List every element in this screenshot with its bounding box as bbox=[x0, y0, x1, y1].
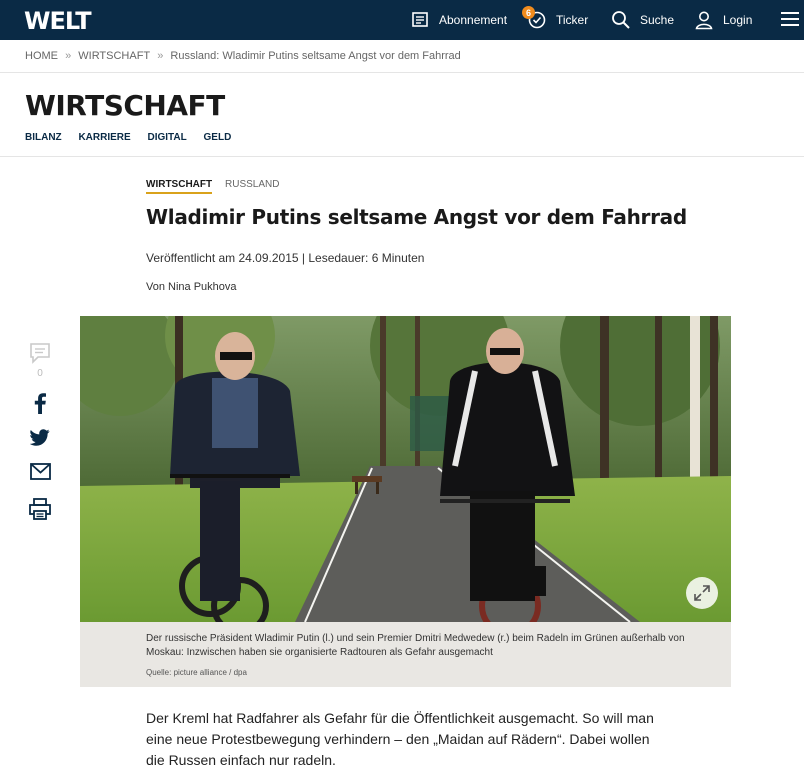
nav-ticker-label: Ticker bbox=[556, 13, 589, 27]
nav-ticker[interactable]: 6 Ticker bbox=[522, 0, 589, 40]
expand-icon bbox=[694, 585, 710, 601]
twitter-share-button[interactable] bbox=[26, 429, 54, 446]
nav-abonnement-label: Abonnement bbox=[439, 13, 508, 27]
print-button[interactable] bbox=[26, 498, 54, 520]
nav-abonnement[interactable]: Abonnement bbox=[412, 0, 507, 40]
mail-icon bbox=[29, 463, 51, 480]
article-author: Von Nina Pukhova bbox=[146, 281, 237, 293]
comment-count: 0 bbox=[37, 368, 43, 379]
subnav-geld[interactable]: GELD bbox=[204, 132, 232, 143]
comment-icon bbox=[30, 343, 50, 364]
section-divider bbox=[0, 156, 804, 157]
section-subnav: BILANZ KARRIERE DIGITAL GELD bbox=[25, 132, 245, 143]
nav-suche[interactable]: Suche bbox=[611, 0, 674, 40]
photo-caption: Der russische Präsident Wladimir Putin (… bbox=[146, 633, 685, 658]
facebook-share-button[interactable] bbox=[26, 392, 54, 414]
breadcrumb-wirtschaft[interactable]: WIRTSCHAFT bbox=[78, 50, 150, 62]
article-topic[interactable]: WIRTSCHAFT bbox=[146, 179, 213, 194]
search-icon bbox=[612, 11, 630, 29]
hamburger-menu-icon[interactable] bbox=[781, 11, 799, 27]
facebook-icon bbox=[34, 393, 46, 414]
newspaper-icon bbox=[412, 12, 428, 27]
nav-suche-label: Suche bbox=[640, 13, 675, 27]
subnav-bilanz[interactable]: BILANZ bbox=[25, 132, 62, 143]
breadcrumb: HOME » WIRTSCHAFT » Russland: Wladimir P… bbox=[25, 50, 461, 62]
subnav-digital[interactable]: DIGITAL bbox=[147, 132, 186, 143]
photo-caption-box: Der russische Präsident Wladimir Putin (… bbox=[80, 622, 731, 687]
article-headline: Wladimir Putins seltsame Angst vor dem F… bbox=[146, 205, 687, 229]
print-icon bbox=[29, 498, 51, 520]
photo-illustration bbox=[80, 316, 731, 622]
article-meta: Veröffentlicht am 24.09.2015 | Lesedauer… bbox=[146, 251, 425, 265]
article-subtopic[interactable]: RUSSLAND bbox=[225, 179, 279, 190]
breadcrumb-bar: HOME » WIRTSCHAFT » Russland: Wladimir P… bbox=[0, 40, 804, 73]
article-photo[interactable] bbox=[80, 316, 731, 622]
breadcrumb-separator: » bbox=[157, 50, 164, 63]
subnav-karriere[interactable]: KARRIERE bbox=[78, 132, 130, 143]
section-title[interactable]: WIRTSCHAFT bbox=[25, 89, 225, 122]
twitter-icon bbox=[30, 429, 50, 446]
user-icon bbox=[695, 11, 713, 30]
mail-share-button[interactable] bbox=[26, 463, 54, 480]
ticker-badge: 6 bbox=[522, 6, 535, 19]
nav-login[interactable]: Login bbox=[694, 0, 752, 40]
article-lead: Der Kreml hat Radfahrer als Gefahr für d… bbox=[146, 710, 654, 768]
photo-source: Quelle: picture alliance / dpa bbox=[146, 668, 247, 677]
nav-login-label: Login bbox=[723, 13, 753, 27]
expand-image-button[interactable] bbox=[686, 577, 718, 609]
breadcrumb-home[interactable]: HOME bbox=[25, 50, 58, 62]
breadcrumb-current: Russland: Wladimir Putins seltsame Angst… bbox=[170, 50, 461, 63]
welt-logo[interactable]: WELT bbox=[24, 7, 92, 35]
breadcrumb-separator: » bbox=[65, 50, 72, 63]
top-navigation-bar: WELT Abonnement 6 Ticker Suche Login bbox=[0, 0, 804, 40]
comment-button[interactable] bbox=[26, 342, 54, 364]
